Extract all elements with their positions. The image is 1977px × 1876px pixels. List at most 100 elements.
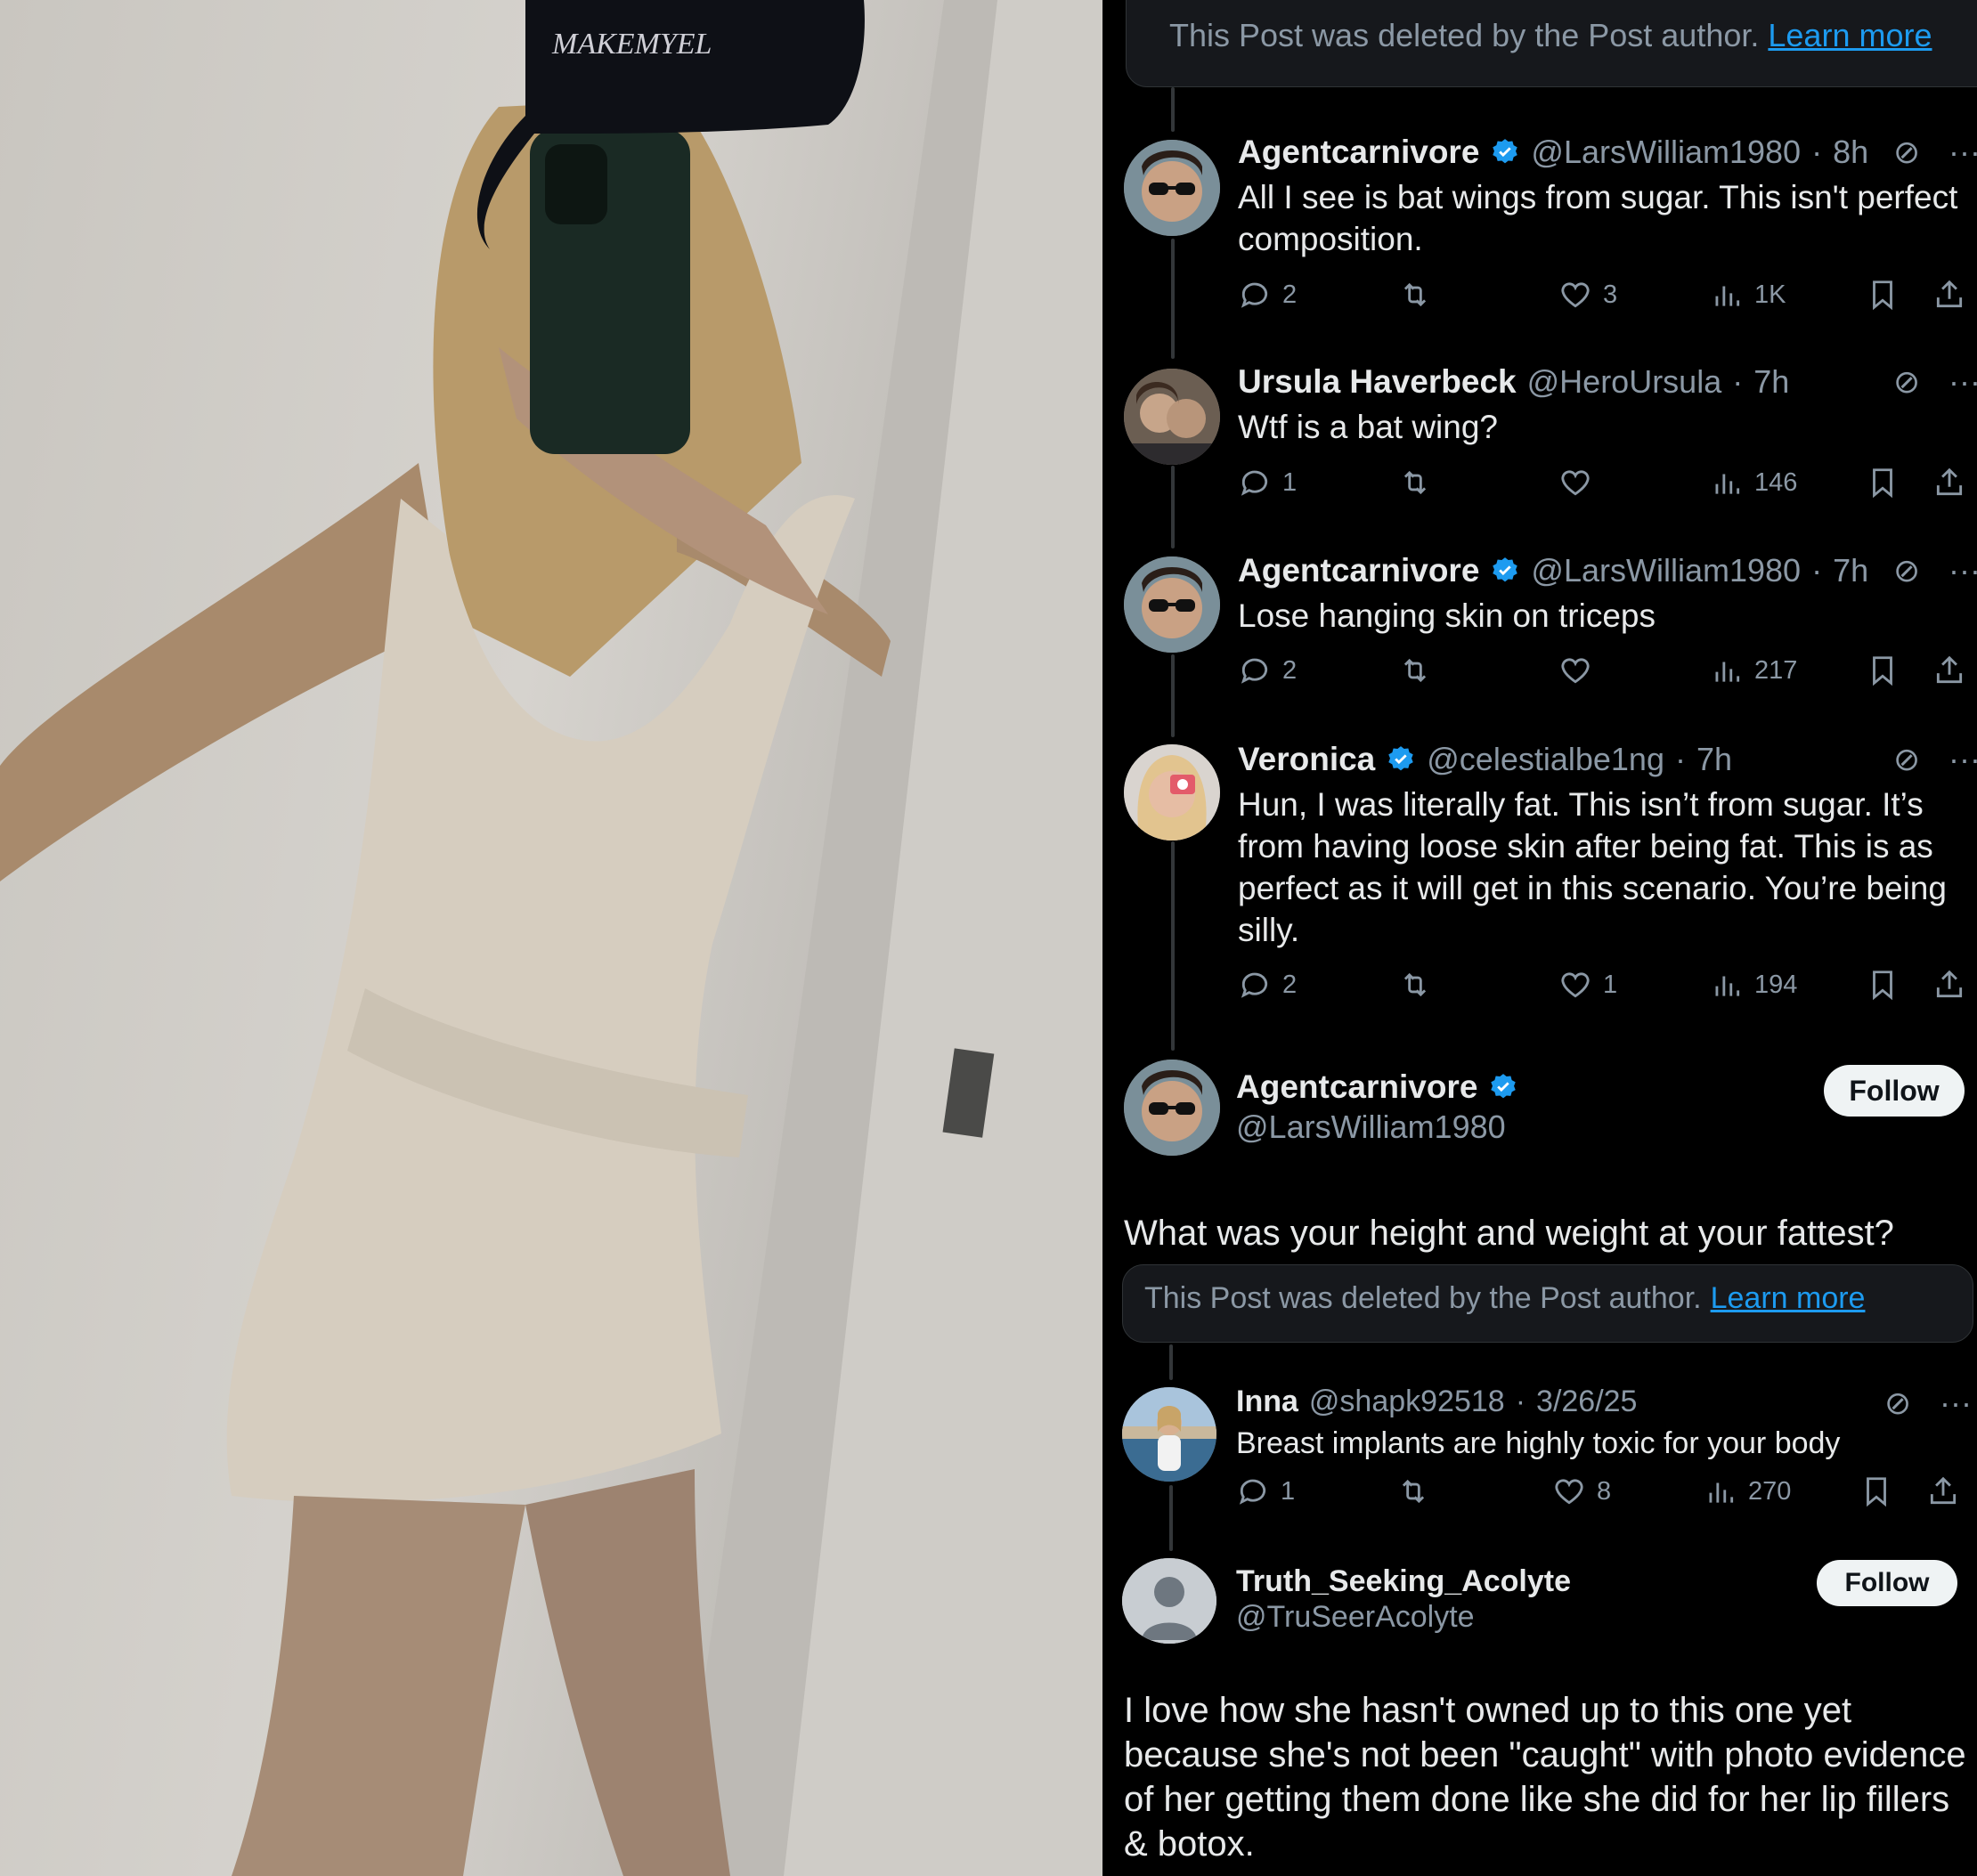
author-name[interactable]: Agentcarnivore (1238, 552, 1479, 589)
views-icon (1709, 1482, 1734, 1503)
author-name[interactable]: Truth_Seeking_Acolyte (1236, 1564, 1571, 1599)
more-icon[interactable]: ··· (1940, 1385, 1972, 1422)
reply-button[interactable]: 2 (1238, 654, 1297, 687)
post-time[interactable]: 8h (1833, 134, 1868, 171)
follow-button[interactable]: Follow (1824, 1065, 1965, 1117)
deleted-post-notice: This Post was deleted by the Post author… (1122, 1264, 1973, 1343)
author-handle[interactable]: @LarsWilliam1980 (1531, 134, 1801, 171)
repost-button[interactable] (1396, 1474, 1430, 1508)
reply-count: 2 (1282, 280, 1298, 309)
grok-icon[interactable]: ⊘ (1893, 134, 1920, 171)
author-handle[interactable]: @celestialbe1ng (1427, 741, 1664, 778)
views-button[interactable]: 1K (1710, 278, 1786, 312)
like-icon (1561, 282, 1590, 308)
grok-icon[interactable]: ⊘ (1893, 363, 1920, 401)
avatar[interactable] (1124, 1060, 1220, 1156)
bookmark-icon (1873, 280, 1892, 311)
share-button[interactable] (1932, 466, 1966, 499)
action-bar: 1 146 (1238, 466, 1977, 505)
like-button[interactable]: 1 (1558, 968, 1617, 1002)
learn-more-link[interactable]: Learn more (1768, 17, 1932, 53)
action-bar: 2 217 (1238, 654, 1977, 693)
views-button[interactable]: 217 (1710, 654, 1797, 687)
bookmark-button[interactable] (1866, 278, 1900, 312)
repost-button[interactable] (1398, 278, 1432, 312)
share-button[interactable] (1926, 1474, 1960, 1508)
share-button[interactable] (1932, 654, 1966, 687)
post-time[interactable]: 7h (1833, 552, 1868, 589)
thread-connector-line (1171, 466, 1175, 548)
bookmark-button[interactable] (1866, 968, 1900, 1002)
author-name[interactable]: Agentcarnivore (1236, 1068, 1477, 1106)
avatar[interactable] (1124, 140, 1220, 236)
post-text: Lose hanging skin on triceps (1238, 597, 1656, 634)
views-button[interactable]: 194 (1710, 968, 1797, 1002)
share-icon (1936, 655, 1963, 684)
reply-button[interactable]: 1 (1236, 1474, 1295, 1508)
grok-icon[interactable]: ⊘ (1893, 741, 1920, 778)
bookmark-button[interactable] (1866, 654, 1900, 687)
avatar[interactable] (1124, 744, 1220, 841)
more-icon[interactable]: ··· (1949, 741, 1977, 778)
author-name[interactable]: Veronica (1238, 741, 1375, 778)
reply-button[interactable]: 2 (1238, 968, 1297, 1002)
like-button[interactable]: 8 (1552, 1474, 1611, 1508)
more-icon[interactable]: ··· (1949, 363, 1977, 401)
like-button[interactable] (1558, 654, 1603, 687)
avatar[interactable] (1122, 1387, 1216, 1482)
views-button[interactable]: 146 (1710, 466, 1797, 499)
reply-button[interactable]: 1 (1238, 466, 1297, 499)
thread-connector-line (1171, 841, 1175, 1051)
author-handle[interactable]: @LarsWilliam1980 (1236, 1109, 1506, 1146)
bookmark-button[interactable] (1859, 1474, 1893, 1508)
author-handle[interactable]: @TruSeerAcolyte (1236, 1600, 1475, 1635)
avatar[interactable] (1124, 369, 1220, 465)
repost-button[interactable] (1398, 654, 1432, 687)
grok-icon[interactable]: ⊘ (1884, 1385, 1911, 1422)
author-handle[interactable]: @shapk92518 (1309, 1385, 1505, 1419)
author-name[interactable]: Ursula Haverbeck (1238, 363, 1517, 401)
more-icon[interactable]: ··· (1949, 134, 1977, 171)
share-button[interactable] (1932, 968, 1966, 1002)
follow-button[interactable]: Follow (1817, 1560, 1957, 1606)
repost-button[interactable] (1398, 968, 1432, 1002)
reply-count: 2 (1282, 970, 1298, 999)
views-icon (1715, 286, 1740, 306)
like-icon (1561, 972, 1590, 998)
default-avatar-icon[interactable] (1122, 1558, 1216, 1644)
repost-button[interactable] (1398, 466, 1432, 499)
like-button[interactable] (1558, 466, 1603, 499)
post-text: What was your height and weight at your … (1124, 1214, 1894, 1253)
avatar[interactable] (1124, 556, 1220, 653)
like-button[interactable]: 3 (1558, 278, 1617, 312)
post-time[interactable]: 7h (1753, 363, 1789, 401)
repost-icon (1402, 1479, 1425, 1504)
learn-more-link[interactable]: Learn more (1711, 1281, 1866, 1315)
grok-icon[interactable]: ⊘ (1893, 552, 1920, 589)
author-name[interactable]: Agentcarnivore (1238, 134, 1479, 171)
post-time[interactable]: 7h (1696, 741, 1732, 778)
repost-icon (1403, 658, 1427, 683)
verified-badge-icon (1491, 1074, 1517, 1099)
reply-icon (1241, 658, 1268, 684)
like-icon (1561, 470, 1590, 496)
repost-icon (1403, 282, 1427, 307)
repost-icon (1403, 470, 1427, 495)
repost-icon (1403, 972, 1427, 997)
deleted-notice-text: This Post was deleted by the Post author… (1169, 17, 1760, 53)
reply-icon (1241, 972, 1268, 998)
reply-icon (1239, 1479, 1266, 1505)
author-handle[interactable]: @HeroUrsula (1527, 363, 1722, 401)
bookmark-button[interactable] (1866, 466, 1900, 499)
post-time[interactable]: 3/26/25 (1536, 1385, 1637, 1419)
thread-connector-line (1171, 239, 1175, 359)
more-icon[interactable]: ··· (1949, 552, 1977, 589)
views-button[interactable]: 270 (1704, 1474, 1791, 1508)
thread-connector-line (1169, 1344, 1173, 1380)
author-handle[interactable]: @LarsWilliam1980 (1531, 552, 1801, 589)
reply-button[interactable]: 2 (1238, 278, 1297, 312)
action-bar: 2 1 194 (1238, 968, 1977, 1007)
share-button[interactable] (1932, 278, 1966, 312)
action-bar: 1 8 270 (1236, 1474, 1975, 1514)
author-name[interactable]: Inna (1236, 1385, 1298, 1419)
